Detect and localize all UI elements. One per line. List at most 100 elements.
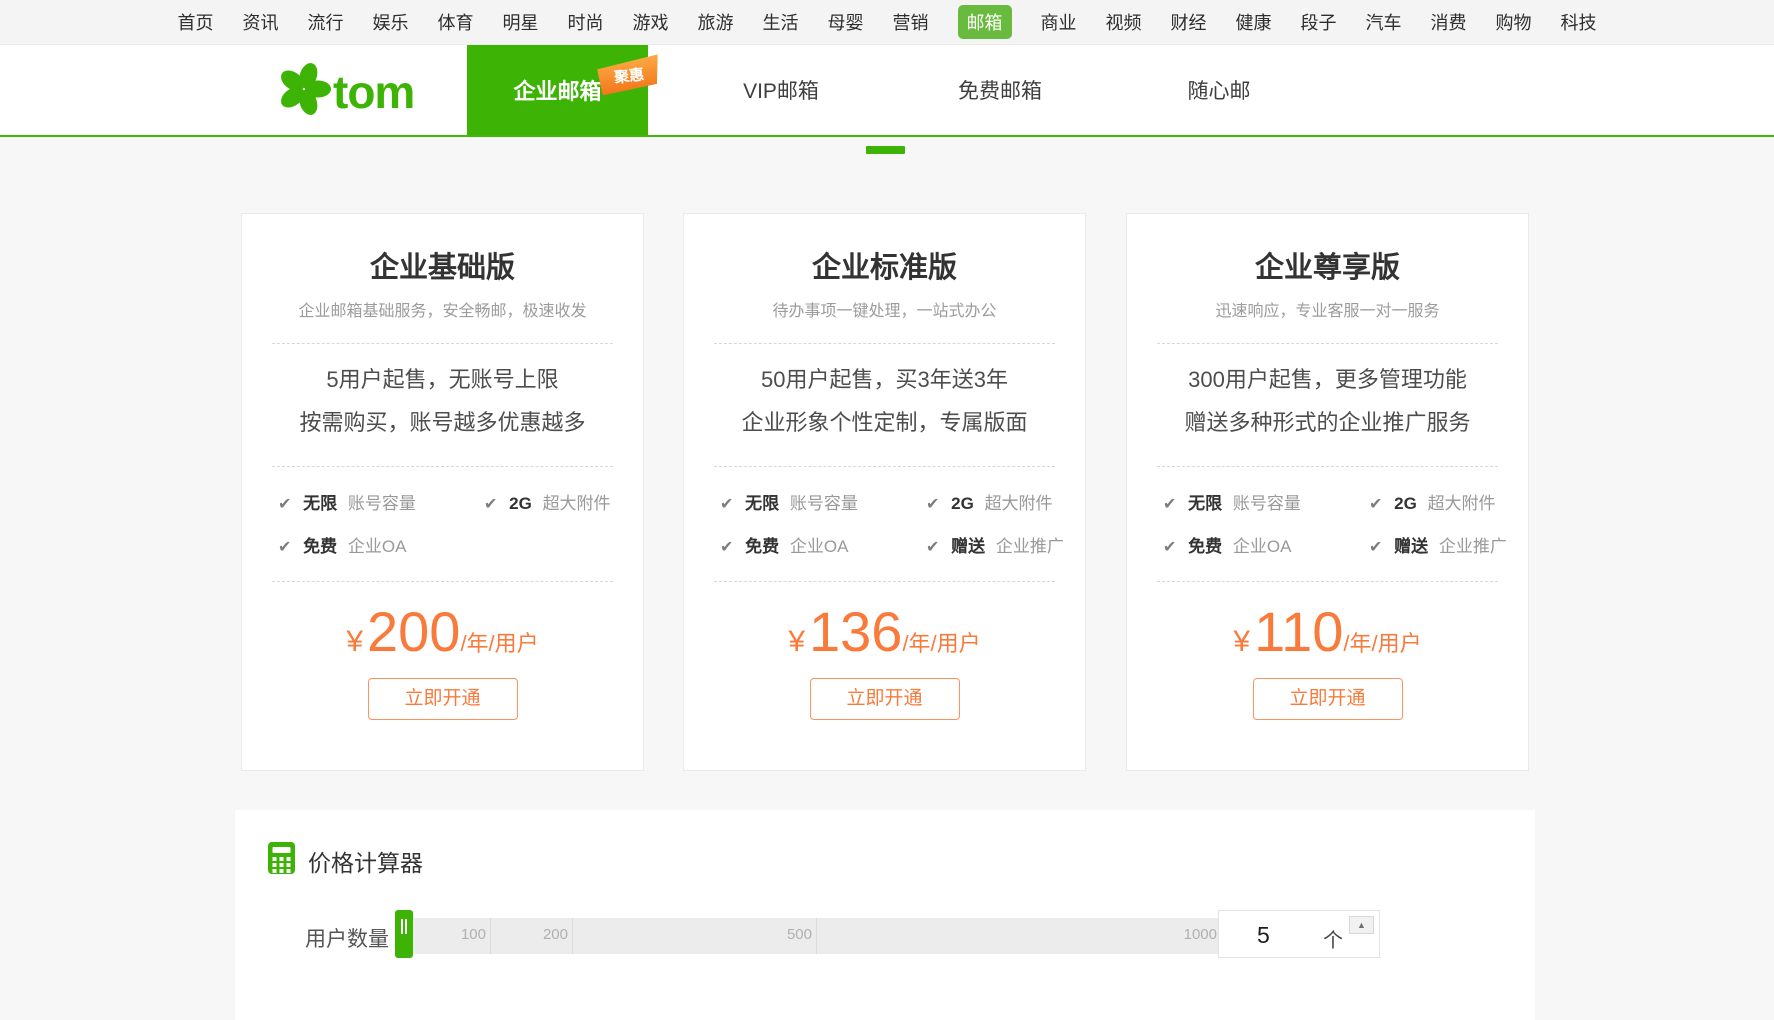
nav-item-news[interactable]: 资讯 [243,9,279,35]
price-value: 136 [809,600,902,663]
feature-label: 企业推广 [996,537,1064,556]
price-unit: /年/用户 [902,631,980,656]
plan-title: 企业基础版 [242,244,643,286]
feature-item: ✔ 2G 超大附件 [1369,489,1528,514]
nav-item-video[interactable]: 视频 [1106,9,1142,35]
plan-title: 企业标准版 [684,244,1085,286]
plan-desc-line: 赠送多种形式的企业推广服务 [1127,401,1528,444]
divider [714,581,1055,582]
plan-card-standard: 企业标准版 待办事项一键处理，一站式办公 50用户起售，买3年送3年 企业形象个… [683,213,1086,771]
price-unit: /年/用户 [1343,631,1421,656]
nav-item-stars[interactable]: 明星 [503,9,539,35]
plan-desc-line: 300用户起售，更多管理功能 [1127,358,1528,401]
check-icon: ✔ [278,539,291,556]
check-icon: ✔ [278,496,291,513]
feature-label: 企业推广 [1439,537,1507,556]
feature-term: 无限 [303,494,337,513]
currency-symbol: ¥ [346,625,363,658]
nav-item-auto[interactable]: 汽车 [1366,9,1402,35]
feature-item: ✔ 无限 账号容量 [720,489,926,514]
feature-term: 免费 [303,537,337,556]
nav-item-consumption[interactable]: 消费 [1431,9,1467,35]
plan-description: 50用户起售，买3年送3年 企业形象个性定制，专属版面 [684,358,1085,444]
activate-now-button[interactable]: 立即开通 [810,678,960,720]
slider-mark: 100 [434,926,486,943]
slider-mark: 200 [516,926,568,943]
feature-label: 账号容量 [790,494,858,513]
promo-ribbon-badge: 聚惠 [596,54,662,95]
feature-label: 超大附件 [985,494,1053,513]
check-icon: ✔ [1163,539,1176,556]
logo-text: tom [333,65,414,119]
user-count-unit: 个 [1323,924,1343,953]
nav-item-baby[interactable]: 母婴 [828,9,864,35]
nav-item-home[interactable]: 首页 [178,9,214,35]
feature-term: 无限 [1188,494,1222,513]
plan-desc-line: 50用户起售，买3年送3年 [684,358,1085,401]
nav-item-entertainment[interactable]: 娱乐 [373,9,409,35]
user-count-slider-handle[interactable] [395,910,413,958]
nav-item-fashion[interactable]: 时尚 [568,9,604,35]
slider-mark: 1000 [1157,926,1217,943]
plan-features: ✔ 无限 账号容量 ✔ 2G 超大附件 ✔ 免费 企业OA [278,489,643,557]
tab-free-mail[interactable]: 免费邮箱 [958,45,1042,135]
activate-now-button[interactable]: 立即开通 [1253,678,1403,720]
plan-tagline: 企业邮箱基础服务，安全畅邮，极速收发 [242,297,643,321]
feature-item: ✔ 无限 账号容量 [278,489,484,514]
check-icon: ✔ [720,496,733,513]
feature-label: 企业OA [790,537,849,556]
slider-tick [816,918,817,954]
feature-term: 2G [509,494,532,513]
tab-enterprise-mail[interactable]: 企业邮箱 聚惠 [467,45,648,135]
slider-tick [490,918,491,954]
nav-item-mail-active[interactable]: 邮箱 [958,5,1012,39]
nav-item-business[interactable]: 商业 [1041,9,1077,35]
nav-item-travel[interactable]: 旅游 [698,9,734,35]
nav-item-life[interactable]: 生活 [763,9,799,35]
price-value: 110 [1254,600,1343,663]
calculator-title: 价格计算器 [308,844,423,878]
nav-item-finance[interactable]: 财经 [1171,9,1207,35]
plan-price: ¥136/年/用户 [684,604,1085,660]
feature-label: 超大附件 [1428,494,1496,513]
nav-item-tech[interactable]: 科技 [1561,9,1597,35]
nav-item-sports[interactable]: 体育 [438,9,474,35]
plan-tagline: 待办事项一键处理，一站式办公 [684,297,1085,321]
spinner-up-button[interactable]: ▲ [1349,916,1374,934]
nav-item-trend[interactable]: 流行 [308,9,344,35]
check-icon: ✔ [1369,539,1382,556]
feature-term: 赠送 [1394,537,1428,556]
plan-desc-line: 5用户起售，无账号上限 [242,358,643,401]
plan-tagline: 迅速响应，专业客服一对一服务 [1127,297,1528,321]
check-icon: ✔ [1163,496,1176,513]
plan-price: ¥110/年/用户 [1127,604,1528,660]
divider [1157,581,1498,582]
price-calculator-panel: 价格计算器 用户数量 100 200 500 1000 5 个 ▲ [235,810,1535,1020]
feature-item: ✔ 免费 企业OA [1163,532,1369,557]
plan-price: ¥200/年/用户 [242,604,643,660]
slider-tick [572,918,573,954]
user-count-value[interactable]: 5 [1257,922,1270,949]
tab-vip-mail[interactable]: VIP邮箱 [743,45,819,135]
tom-logo[interactable]: tom [277,62,414,121]
tab-suixin-mail[interactable]: 随心邮 [1188,45,1251,135]
user-count-slider-track[interactable]: 100 200 500 1000 [402,918,1218,954]
plan-description: 300用户起售，更多管理功能 赠送多种形式的企业推广服务 [1127,358,1528,444]
user-count-input[interactable]: 5 个 ▲ [1218,910,1380,958]
plan-features: ✔ 无限 账号容量 ✔ 2G 超大附件 ✔ 免费 企业OA ✔ 赠送 企业推广 [720,489,1085,557]
price-value: 200 [367,600,460,663]
nav-item-jokes[interactable]: 段子 [1301,9,1337,35]
nav-item-games[interactable]: 游戏 [633,9,669,35]
calculator-icon [268,842,295,879]
activate-now-button[interactable]: 立即开通 [368,678,518,720]
feature-item: ✔ 赠送 企业推广 [1369,532,1528,557]
top-nav: 首页 资讯 流行 娱乐 体育 明星 时尚 游戏 旅游 生活 母婴 营销 邮箱 商… [0,0,1774,45]
nav-item-health[interactable]: 健康 [1236,9,1272,35]
check-icon: ✔ [926,539,939,556]
nav-item-marketing[interactable]: 营销 [893,9,929,35]
feature-item: ✔ 赠送 企业推广 [926,532,1085,557]
feature-label: 超大附件 [543,494,611,513]
nav-item-shopping[interactable]: 购物 [1496,9,1532,35]
feature-item: ✔ 2G 超大附件 [484,489,643,514]
currency-symbol: ¥ [788,625,805,658]
